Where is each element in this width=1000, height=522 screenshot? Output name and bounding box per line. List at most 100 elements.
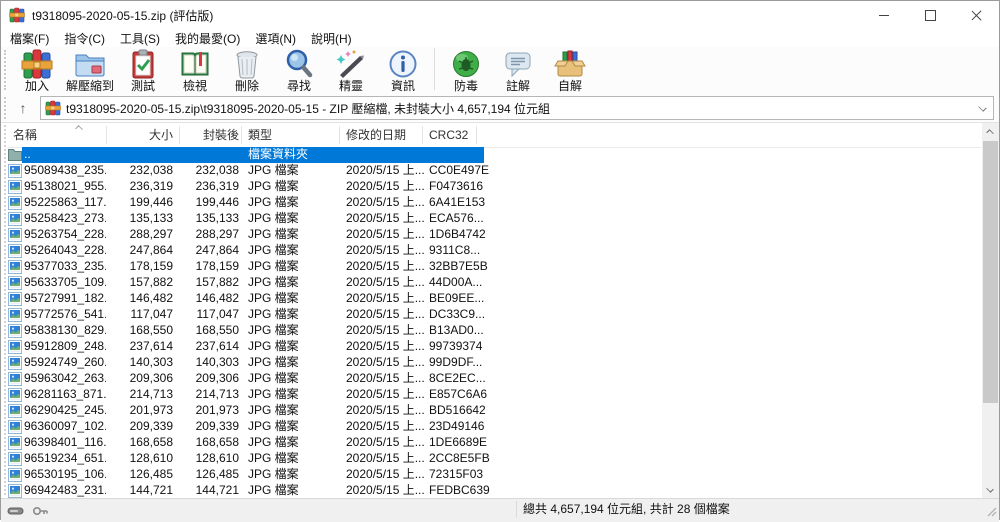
column-header-size[interactable]: 大小 xyxy=(101,123,173,147)
cell-date: 2020/5/15 上... xyxy=(346,451,426,467)
jpg-file-icon xyxy=(8,388,23,402)
toolbar-button-view[interactable]: 檢視 xyxy=(169,47,221,92)
resize-grip[interactable] xyxy=(985,505,997,517)
vertical-scrollbar[interactable] xyxy=(982,123,999,499)
toolbar-button-comment[interactable]: 註解 xyxy=(492,47,544,92)
cell-name: 95258423_273... xyxy=(24,211,106,227)
toolbar-button-delete[interactable]: 刪除 xyxy=(221,47,273,92)
scroll-up-arrow[interactable] xyxy=(982,123,999,140)
jpg-file-icon xyxy=(8,324,23,338)
jpg-file-icon xyxy=(8,468,23,482)
minimize-button[interactable] xyxy=(861,1,907,29)
toolbar-button-wizard[interactable]: 精靈 xyxy=(325,47,377,92)
toolbar-label: 檢視 xyxy=(183,80,207,92)
cell-packed: 199,446 xyxy=(179,195,239,211)
jpg-file-icon xyxy=(8,212,23,226)
cell-name: 95264043_228... xyxy=(24,243,106,259)
column-header-type[interactable]: 類型 xyxy=(248,123,272,147)
jpg-file-icon xyxy=(8,356,23,370)
column-header-crc32[interactable]: CRC32 xyxy=(429,123,468,147)
winrar-books-icon xyxy=(9,7,25,23)
table-row[interactable]: 95963042_263...209,306209,306JPG 檔案2020/… xyxy=(7,371,984,387)
scrollbar-thumb[interactable] xyxy=(983,141,998,403)
table-row[interactable]: 96281163_871...214,713214,713JPG 檔案2020/… xyxy=(7,387,984,403)
jpg-file-icon xyxy=(8,308,23,322)
table-row-parent-folder[interactable]: .. 檔案資料夾 xyxy=(7,147,984,163)
cell-size: 288,297 xyxy=(101,227,173,243)
toolbar-label: 註解 xyxy=(506,80,530,92)
cell-type: JPG 檔案 xyxy=(248,195,340,211)
cell-crc: BE09EE... xyxy=(429,291,491,307)
toolbar-button-info[interactable]: 資訊 xyxy=(377,47,429,92)
cell-name: 95912809_248... xyxy=(24,339,106,355)
table-row[interactable]: 95089438_235...232,038232,038JPG 檔案2020/… xyxy=(7,163,984,179)
cell-crc: 99D9DF... xyxy=(429,355,491,371)
table-row[interactable]: 95377033_235...178,159178,159JPG 檔案2020/… xyxy=(7,259,984,275)
scroll-down-arrow[interactable] xyxy=(982,482,999,499)
table-row[interactable]: 95263754_228...288,297288,297JPG 檔案2020/… xyxy=(7,227,984,243)
cell-crc: 99739374 xyxy=(429,339,491,355)
column-divider[interactable] xyxy=(339,126,340,144)
drive-icon[interactable] xyxy=(7,504,25,518)
toolbar-button-extract-to[interactable]: 解壓縮到 xyxy=(63,47,117,92)
column-divider[interactable] xyxy=(106,126,107,144)
toolbar-button-find[interactable]: 尋找 xyxy=(273,47,325,92)
cell-type: JPG 檔案 xyxy=(248,323,340,339)
column-divider[interactable] xyxy=(241,126,242,144)
close-button[interactable] xyxy=(953,1,999,29)
cell-name: 95263754_228... xyxy=(24,227,106,243)
cell-packed: 135,133 xyxy=(179,211,239,227)
column-header-date[interactable]: 修改的日期 xyxy=(346,123,406,147)
table-row[interactable]: 95225863_117...199,446199,446JPG 檔案2020/… xyxy=(7,195,984,211)
column-divider[interactable] xyxy=(179,126,180,144)
table-row[interactable]: 95727991_182...146,482146,482JPG 檔案2020/… xyxy=(7,291,984,307)
cell-type: JPG 檔案 xyxy=(248,371,340,387)
toolbar-button-test[interactable]: 測試 xyxy=(117,47,169,92)
cell-size: 237,614 xyxy=(101,339,173,355)
menu-commands[interactable]: 指令(C) xyxy=(57,30,112,47)
menu-help[interactable]: 說明(H) xyxy=(304,30,359,47)
table-row[interactable]: 96360097_102...209,339209,339JPG 檔案2020/… xyxy=(7,419,984,435)
cell-packed: 209,306 xyxy=(179,371,239,387)
cell-crc: CC0E497E xyxy=(429,163,491,179)
table-row[interactable]: 95912809_248...237,614237,614JPG 檔案2020/… xyxy=(7,339,984,355)
table-row[interactable]: 95633705_109...157,882157,882JPG 檔案2020/… xyxy=(7,275,984,291)
cell-type: JPG 檔案 xyxy=(248,211,340,227)
table-row[interactable]: 96398401_116...168,658168,658JPG 檔案2020/… xyxy=(7,435,984,451)
table-row[interactable]: 95772576_541...117,047117,047JPG 檔案2020/… xyxy=(7,307,984,323)
column-header-packed[interactable]: 封裝後 xyxy=(179,123,239,147)
cell-packed: 168,550 xyxy=(179,323,239,339)
maximize-button[interactable] xyxy=(907,1,953,29)
up-button[interactable]: ↑ xyxy=(11,97,35,119)
column-divider[interactable] xyxy=(422,126,423,144)
table-row[interactable]: 96530195_106...126,485126,485JPG 檔案2020/… xyxy=(7,467,984,483)
address-gripper[interactable] xyxy=(4,97,9,119)
table-row[interactable]: 95258423_273...135,133135,133JPG 檔案2020/… xyxy=(7,211,984,227)
cell-size: 140,303 xyxy=(101,355,173,371)
cell-type: JPG 檔案 xyxy=(248,179,340,195)
column-header-name[interactable]: 名稱 xyxy=(13,123,37,147)
address-combo[interactable]: t9318095-2020-05-15.zip\t9318095-2020-05… xyxy=(40,96,994,120)
table-row[interactable]: 95138021_955...236,319236,319JPG 檔案2020/… xyxy=(7,179,984,195)
toolbar-button-sfx[interactable]: 自解 xyxy=(544,47,596,92)
toolbar-button-add[interactable]: 加入 xyxy=(11,47,63,92)
cell-crc: 6A41E153 xyxy=(429,195,491,211)
key-icon[interactable] xyxy=(31,504,49,518)
chevron-down-icon[interactable] xyxy=(979,103,987,111)
menu-options[interactable]: 選項(N) xyxy=(248,30,303,47)
table-row[interactable]: 95924749_260...140,303140,303JPG 檔案2020/… xyxy=(7,355,984,371)
toolbar-button-virus-scan[interactable]: 防毒 xyxy=(440,47,492,92)
table-row[interactable]: 95264043_228...247,864247,864JPG 檔案2020/… xyxy=(7,243,984,259)
cell-name: 95772576_541... xyxy=(24,307,106,323)
menu-favorites[interactable]: 我的最愛(O) xyxy=(168,30,247,47)
table-row[interactable]: 95838130_829...168,550168,550JPG 檔案2020/… xyxy=(7,323,984,339)
column-divider[interactable] xyxy=(476,126,477,144)
table-row[interactable]: 96519234_651...128,610128,610JPG 檔案2020/… xyxy=(7,451,984,467)
window-title: t9318095-2020-05-15.zip (評估版) xyxy=(32,7,213,24)
table-row[interactable]: 96942483_231...144,721144,721JPG 檔案2020/… xyxy=(7,483,984,499)
table-row[interactable]: 96290425_245...201,973201,973JPG 檔案2020/… xyxy=(7,403,984,419)
menu-tools[interactable]: 工具(S) xyxy=(113,30,167,47)
cell-packed: 128,610 xyxy=(179,451,239,467)
toolbar-gripper[interactable] xyxy=(4,50,9,90)
menu-file[interactable]: 檔案(F) xyxy=(3,30,56,47)
